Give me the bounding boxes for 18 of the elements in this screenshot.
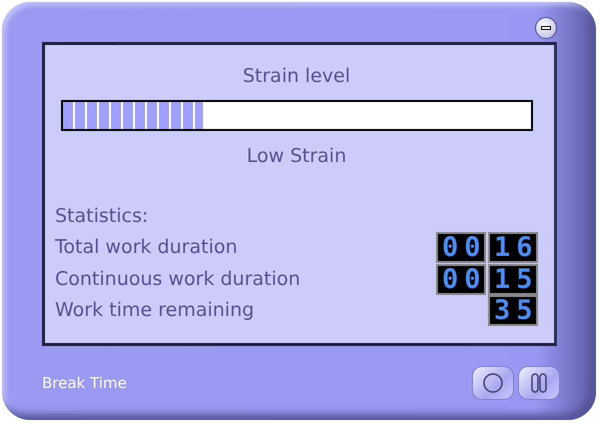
digit-display: 35 (488, 295, 538, 326)
strain-label: Low Strain (246, 144, 346, 169)
stop-button[interactable] (472, 366, 514, 400)
digit-display: 15 (488, 264, 538, 295)
statistics-heading: Statistics: (55, 204, 150, 228)
digit-display: 00 (436, 232, 486, 264)
minimize-icon (541, 26, 551, 30)
stat-label: Work time remaining (55, 298, 254, 323)
minimize-button[interactable] (535, 17, 557, 39)
pause-icon (531, 373, 547, 393)
pause-button[interactable] (518, 366, 560, 400)
digit-display: 00 (436, 264, 486, 295)
stat-label: Continuous work duration (55, 266, 300, 292)
strain-title: Strain level (242, 65, 350, 87)
stat-label: Total work duration (55, 235, 238, 260)
digit-display: 16 (488, 232, 538, 264)
break-time-label: Break Time (42, 374, 127, 392)
circle-icon (483, 373, 503, 393)
